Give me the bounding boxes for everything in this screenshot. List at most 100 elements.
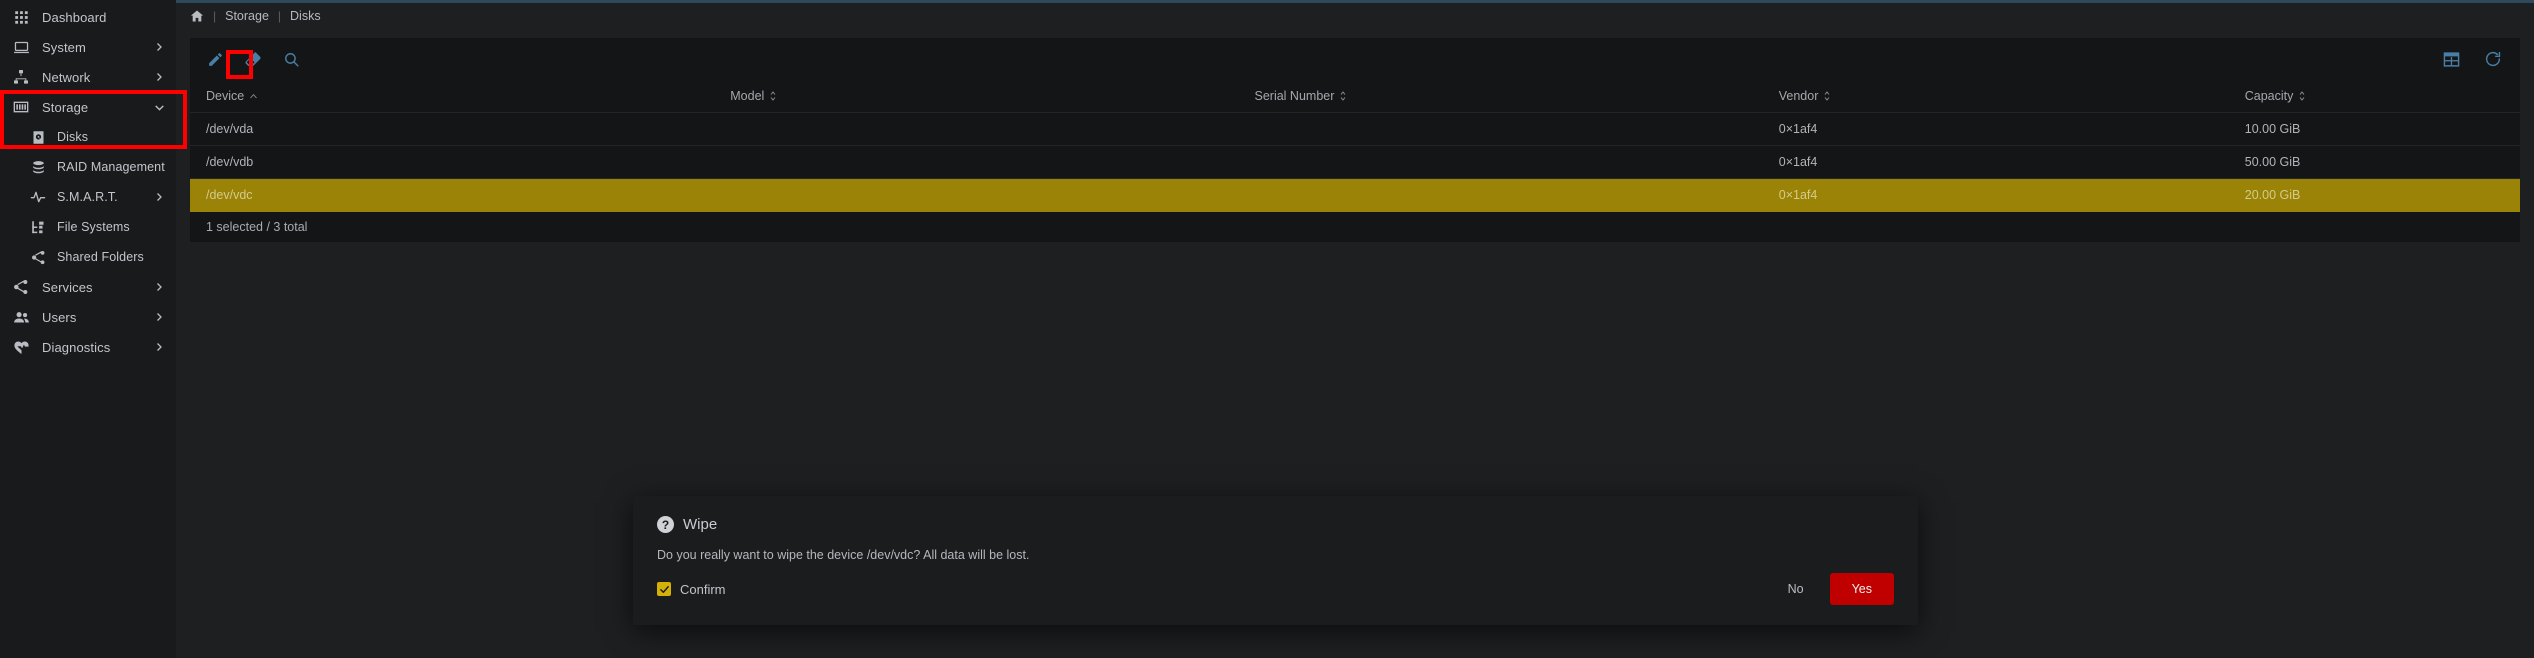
sidebar-item-label: Dashboard	[42, 9, 107, 25]
database-stack-icon	[30, 159, 46, 175]
sidebar-item-disks[interactable]: Disks	[0, 122, 176, 152]
network-icon	[12, 68, 30, 86]
cell-model	[714, 112, 1239, 146]
sidebar-item-system[interactable]: System	[0, 32, 176, 62]
sidebar-item-file-systems[interactable]: File Systems	[0, 212, 176, 242]
question-circle-icon: ?	[657, 516, 674, 533]
sidebar-item-diagnostics[interactable]: Diagnostics	[0, 332, 176, 362]
dialog-title-bar: ? Wipe	[633, 496, 1918, 533]
cell-serial	[1238, 145, 1763, 179]
grid-apps-icon	[12, 8, 30, 26]
column-header-device[interactable]: Device	[190, 80, 715, 113]
table-body: /dev/vda 0×1af4 10.00 GiB /dev/vdb 0×1af…	[190, 112, 2520, 212]
sidebar-item-label: RAID Management	[57, 160, 165, 174]
column-header-label: Vendor	[1778, 89, 1819, 103]
sidebar-item-users[interactable]: Users	[0, 302, 176, 332]
chevron-right-icon	[152, 310, 166, 324]
table-toolbar	[190, 38, 2520, 80]
sidebar-item-shared-folders[interactable]: Shared Folders	[0, 242, 176, 272]
yes-button[interactable]: Yes	[1829, 573, 1894, 605]
laptop-icon	[12, 38, 30, 56]
table-row[interactable]: /dev/vda 0×1af4 10.00 GiB	[190, 112, 2520, 146]
chevron-right-icon	[152, 70, 166, 84]
check-icon	[659, 585, 669, 593]
search-button[interactable]	[280, 48, 302, 70]
column-header-serial-number[interactable]: Serial Number	[1238, 80, 1763, 113]
dialog-actions: Confirm No Yes	[633, 562, 1918, 625]
table-row[interactable]: /dev/vdc 0×1af4 20.00 GiB	[190, 178, 2520, 212]
cell-capacity: 20.00 GiB	[2228, 178, 2520, 212]
sidebar-item-dashboard[interactable]: Dashboard	[0, 2, 176, 32]
column-header-capacity[interactable]: Capacity	[2228, 80, 2520, 113]
table-grid-icon	[2443, 51, 2460, 68]
refresh-icon	[2484, 50, 2502, 68]
hard-disk-icon	[30, 129, 46, 145]
cell-model	[714, 178, 1239, 212]
sort-asc-icon	[249, 92, 258, 101]
table-header-row: Device Model Serial Number Vendor Capaci…	[190, 80, 2520, 113]
sidebar-item-raid-management[interactable]: RAID Management	[0, 152, 176, 182]
disks-table: Device Model Serial Number Vendor Capaci…	[190, 80, 2520, 212]
breadcrumb-item-storage[interactable]: Storage	[225, 9, 269, 23]
sidebar-item-network[interactable]: Network	[0, 62, 176, 92]
chevron-right-icon	[152, 340, 166, 354]
share-nodes-icon	[12, 278, 30, 296]
cell-vendor: 0×1af4	[1762, 178, 2229, 212]
breadcrumb-separator: |	[277, 8, 282, 23]
confirm-label: Confirm	[680, 581, 726, 597]
cell-device: /dev/vdb	[190, 145, 715, 179]
share-nodes-icon	[30, 249, 46, 265]
dialog-message: Do you really want to wipe the device /d…	[657, 548, 1030, 562]
sidebar: Dashboard System Network Storage Disks R…	[0, 0, 176, 658]
column-header-label: Serial Number	[1254, 89, 1335, 103]
column-header-label: Capacity	[2244, 89, 2294, 103]
dialog-button-group: No Yes	[1772, 573, 1894, 605]
storage-icon	[12, 98, 30, 116]
heartbeat-icon	[12, 338, 30, 356]
cell-model	[714, 145, 1239, 179]
sort-none-icon	[1339, 90, 1347, 102]
reload-button[interactable]	[2482, 48, 2504, 70]
toolbar-right-group	[2440, 48, 2504, 70]
table-row[interactable]: /dev/vdb 0×1af4 50.00 GiB	[190, 145, 2520, 179]
breadcrumb-separator: |	[213, 8, 217, 23]
edit-button[interactable]	[204, 48, 226, 70]
sidebar-item-label: Services	[42, 279, 93, 295]
no-button[interactable]: No	[1772, 574, 1820, 604]
sidebar-item-storage[interactable]: Storage	[0, 92, 176, 122]
home-icon[interactable]	[190, 9, 204, 23]
sidebar-item-services[interactable]: Services	[0, 272, 176, 302]
sidebar-item-label: Diagnostics	[42, 339, 111, 355]
cell-device: /dev/vda	[190, 112, 715, 146]
cell-serial	[1238, 178, 1763, 212]
column-header-vendor[interactable]: Vendor	[1762, 80, 2229, 113]
sort-none-icon	[1823, 90, 1831, 102]
sidebar-item-smart[interactable]: S.M.A.R.T.	[0, 182, 176, 212]
sidebar-item-label: Network	[42, 69, 91, 85]
sidebar-item-label: Shared Folders	[57, 250, 144, 264]
chevron-right-icon	[152, 190, 166, 204]
cell-capacity: 50.00 GiB	[2228, 145, 2520, 179]
sidebar-item-label: S.M.A.R.T.	[57, 190, 118, 204]
sort-none-icon	[2298, 90, 2306, 102]
cell-capacity: 10.00 GiB	[2228, 112, 2520, 146]
chevron-right-icon	[152, 280, 166, 294]
eraser-icon	[244, 50, 262, 68]
breadcrumb: | Storage | Disks	[176, 3, 2534, 28]
chevron-right-icon	[152, 40, 166, 54]
cell-vendor: 0×1af4	[1762, 112, 2229, 146]
column-header-model[interactable]: Model	[714, 80, 1239, 113]
confirm-checkbox-row[interactable]: Confirm	[657, 582, 726, 597]
confirm-checkbox[interactable]	[657, 582, 671, 596]
magnifier-icon	[283, 51, 300, 68]
column-chooser-button[interactable]	[2440, 48, 2462, 70]
table-head: Device Model Serial Number Vendor Capaci…	[190, 80, 2520, 113]
breadcrumb-item-disks[interactable]: Disks	[290, 9, 321, 23]
sidebar-item-label: Storage	[42, 99, 89, 115]
wipe-button[interactable]	[242, 48, 264, 70]
pencil-icon	[207, 51, 224, 68]
cell-vendor: 0×1af4	[1762, 145, 2229, 179]
chevron-down-icon	[152, 100, 166, 114]
sidebar-item-label: System	[42, 39, 86, 55]
toolbar-left-group	[204, 48, 302, 70]
